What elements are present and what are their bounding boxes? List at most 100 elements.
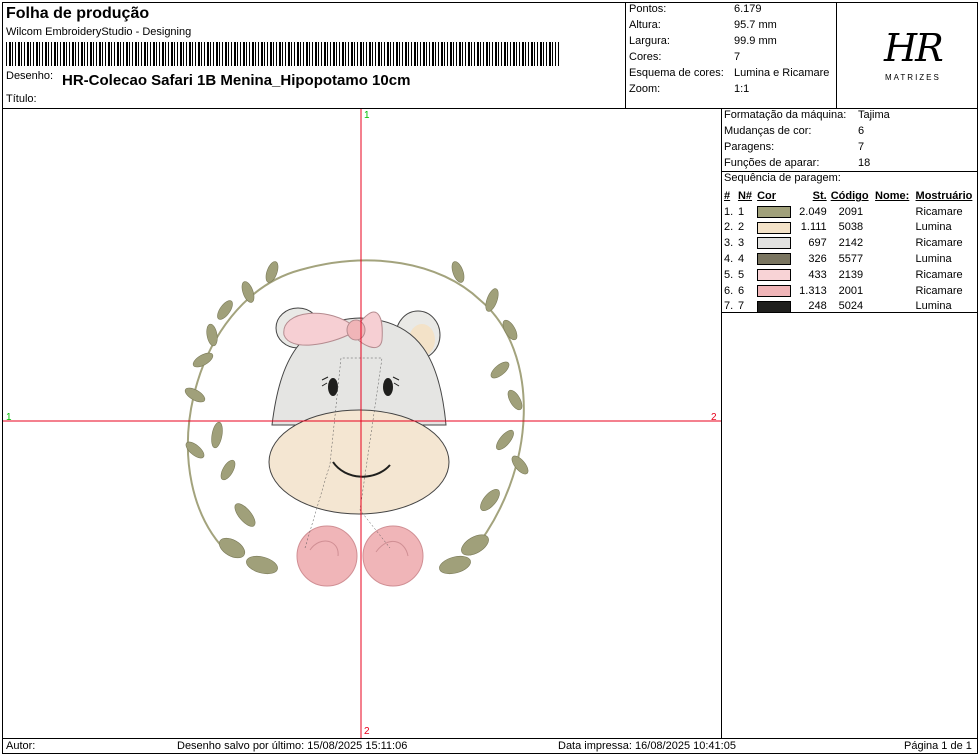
table-row: 3. 3 697 2142 Ricamare: [722, 235, 978, 251]
stat-value: 1:1: [734, 83, 750, 95]
row-number: 4: [737, 253, 745, 266]
table-header-row: # N# Cor St. Código Nome: Mostruário: [722, 188, 978, 204]
axis-label-bottom: 2: [364, 726, 370, 737]
row-chart: Ricamare: [915, 268, 963, 281]
row-number: 3: [737, 237, 745, 250]
machine-value: Tajima: [858, 109, 890, 121]
row-index: 1.: [724, 205, 734, 218]
stop-sequence-table: # N# Cor St. Código Nome: Mostruário 1. 1…: [722, 188, 978, 314]
software-name: Wilcom EmbroideryStudio - Designing: [6, 26, 192, 38]
machine-label: Paragens:: [724, 141, 775, 153]
stat-label: Esquema de cores:: [629, 67, 724, 79]
design-preview: [3, 109, 721, 738]
stat-value: 7: [734, 51, 741, 63]
row-number: 1: [737, 205, 745, 218]
row-chart: Lumina: [915, 221, 952, 234]
row-chart: Ricamare: [915, 237, 963, 250]
row-index: 5.: [724, 268, 734, 281]
table-row: 6. 6 1.313 2001 Ricamare: [722, 283, 978, 299]
stat-value: 99.9 mm: [734, 35, 777, 47]
col-header-chart: Mostruário: [915, 189, 973, 202]
color-swatch: [757, 253, 792, 266]
row-index: 3.: [724, 237, 734, 250]
machine-label: Mudanças de cor:: [724, 125, 812, 137]
table-row: 1. 1 2.049 2091 Ricamare: [722, 204, 978, 220]
logo-subtitle: MATRIZES: [885, 73, 941, 82]
row-chart: Ricamare: [915, 284, 963, 297]
stat-value: Lumina e Ricamare: [734, 67, 830, 79]
barcode: [6, 42, 559, 66]
footer-author-label: Autor:: [6, 740, 36, 752]
col-header-code: Código: [830, 189, 869, 202]
row-code: 2091: [838, 205, 864, 218]
row-name: [873, 204, 913, 220]
row-number: 6: [737, 284, 745, 297]
design-name: HR-Colecao Safari 1B Menina_Hipopotamo 1…: [62, 72, 411, 89]
sequence-divider: [721, 312, 978, 313]
logo-left-border: [836, 2, 837, 108]
row-color-cell: [755, 220, 795, 236]
stat-label: Cores:: [629, 51, 662, 63]
col-header-name: Nome:: [875, 189, 910, 202]
table-row: 4. 4 326 5577 Lumina: [722, 251, 978, 267]
axis-label-top: 1: [364, 110, 370, 121]
row-chart: Lumina: [915, 253, 952, 266]
stat-label: Zoom:: [629, 83, 661, 95]
row-code: 5577: [838, 253, 864, 266]
row-color-cell: [755, 235, 795, 251]
row-index: 2.: [724, 221, 734, 234]
machine-label: Formatação da máquina:: [724, 109, 847, 121]
row-stitches: 326: [808, 253, 827, 266]
color-swatch: [757, 268, 792, 281]
row-color-cell: [755, 204, 795, 220]
hippo-muzzle: [268, 409, 450, 515]
row-code: 5038: [838, 221, 864, 234]
table-row: 5. 5 433 2139 Ricamare: [722, 267, 978, 283]
row-color-cell: [755, 251, 795, 267]
row-color-cell: [755, 283, 795, 299]
color-swatch: [757, 237, 792, 250]
footer-page: Página 1 de 1: [904, 740, 972, 752]
footer-saved: Desenho salvo por último: 15/08/2025 15:…: [177, 740, 408, 752]
axis-label-left: 1: [6, 412, 12, 423]
row-index: 6.: [724, 284, 734, 297]
col-header-stitches: St.: [812, 189, 827, 202]
row-name: [873, 283, 913, 299]
stat-label: Altura:: [629, 19, 661, 31]
row-chart: Ricamare: [915, 205, 963, 218]
sheet-title: Folha de produção: [6, 5, 150, 22]
hippo-eye-right: [383, 378, 393, 396]
logo-mark: HR: [884, 26, 944, 70]
machine-value: 7: [858, 141, 865, 153]
machine-label: Funções de aparar:: [724, 157, 820, 169]
row-code: 2001: [838, 284, 864, 297]
sequence-title: Sequência de paragem:: [724, 172, 841, 184]
title-label: Título:: [6, 93, 37, 105]
rose-right: [362, 525, 424, 587]
stat-value: 6.179: [734, 3, 762, 15]
row-code: 2142: [838, 237, 864, 250]
row-name: [873, 220, 913, 236]
stat-value: 95.7 mm: [734, 19, 777, 31]
color-swatch: [757, 205, 792, 218]
color-swatch: [757, 300, 792, 313]
hippo-eye-left: [328, 378, 338, 396]
footer-printed: Data impressa: 16/08/2025 10:41:05: [558, 740, 736, 752]
row-number: 2: [737, 221, 745, 234]
row-name: [873, 235, 913, 251]
stats-left-border: [625, 2, 626, 108]
col-header-number: N#: [737, 189, 753, 202]
footer-divider: [2, 738, 978, 739]
row-code: 2139: [838, 268, 864, 281]
row-number: 5: [737, 268, 745, 281]
stat-label: Pontos:: [629, 3, 667, 15]
axis-label-right: 2: [711, 412, 717, 423]
row-stitches: 697: [808, 237, 827, 250]
color-swatch: [757, 221, 792, 234]
machine-value: 6: [858, 125, 865, 137]
row-stitches: 1.111: [800, 221, 827, 234]
row-name: [873, 251, 913, 267]
row-name: [873, 267, 913, 283]
col-header-index: #: [724, 189, 731, 202]
col-header-color: Cor: [757, 189, 777, 202]
